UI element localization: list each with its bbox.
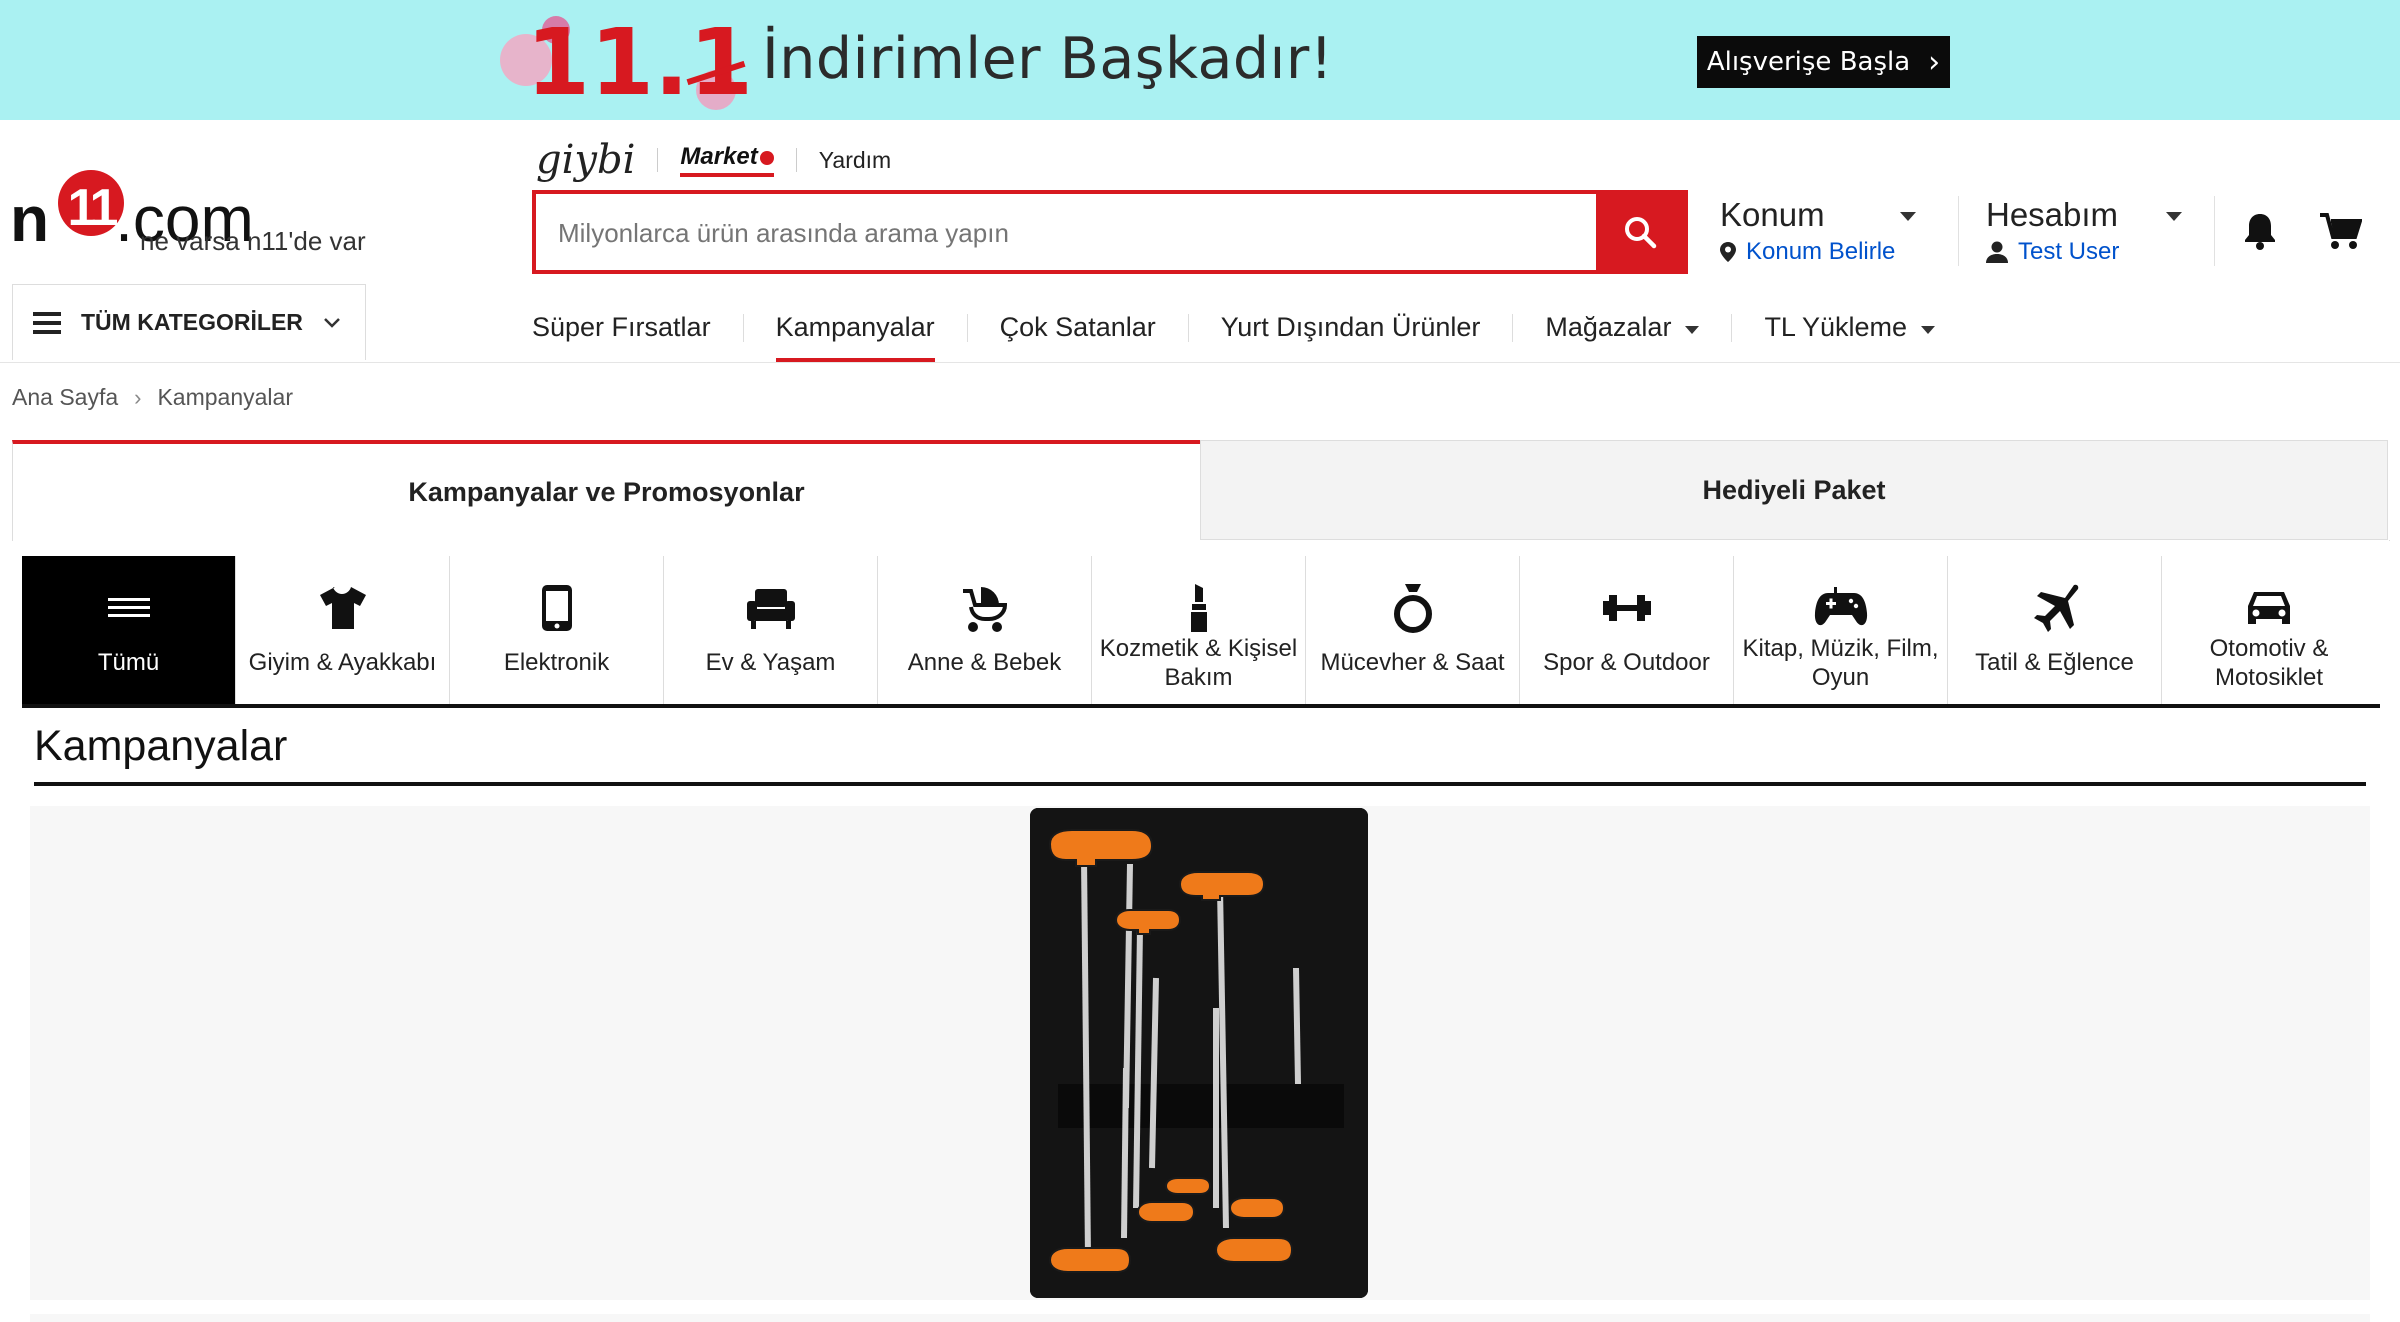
start-shopping-button[interactable]: Alışverişe Başla › (1697, 36, 1950, 88)
category-cosmetics[interactable]: Kozmetik & Kişisel Bakım (1092, 556, 1306, 704)
airplane-icon (2030, 582, 2080, 634)
category-books-music-film-games[interactable]: Kitap, Müzik, Film, Oyun (1734, 556, 1948, 704)
main-nav: Süper Fırsatlar Kampanyalar Çok Satanlar… (500, 300, 1967, 362)
breadcrumb-home[interactable]: Ana Sayfa (12, 384, 118, 411)
nav-tl-topup[interactable]: TL Yükleme (1732, 300, 1967, 362)
dumbbell-icon (1601, 582, 1653, 634)
nav-best-sellers[interactable]: Çok Satanlar (968, 300, 1188, 362)
all-categories-button[interactable]: TÜM KATEGORİLER (12, 284, 366, 360)
nav-campaigns[interactable]: Kampanyalar (744, 300, 967, 362)
bell-icon (2245, 214, 2275, 250)
banner-title: İndirimler Başkadır! (762, 26, 1334, 92)
campaign-tabs: Kampanyalar ve Promosyonlar Hediyeli Pak… (12, 440, 2388, 540)
tshirt-icon (318, 582, 368, 634)
tab-gift-package[interactable]: Hediyeli Paket (1200, 440, 2388, 540)
nav-super-deals[interactable]: Süper Fırsatlar (500, 300, 743, 362)
all-categories-label: TÜM KATEGORİLER (81, 309, 303, 335)
start-shopping-label: Alışverişe Başla (1706, 47, 1911, 77)
lipstick-icon (1189, 582, 1209, 634)
help-link[interactable]: Yardım (819, 147, 891, 174)
product-image[interactable] (1030, 808, 1368, 1298)
category-mother-baby[interactable]: Anne & Bebek (878, 556, 1092, 704)
car-icon (2244, 582, 2294, 634)
ring-icon (1391, 582, 1435, 634)
ladybug-icon (759, 150, 774, 165)
category-automotive[interactable]: Otomotiv & Motosiklet (2162, 556, 2376, 704)
category-filter-row: Tümü Giyim & Ayakkabı Elektronik Ev & Ya… (22, 556, 2380, 708)
user-icon (1986, 241, 2008, 263)
chevron-right-icon: › (134, 384, 142, 410)
promo-banner[interactable]: 11.11 İndirimler Başkadır! Alışverişe Ba… (0, 0, 2400, 120)
category-jewelry-watches[interactable]: Mücevher & Saat (1306, 556, 1520, 704)
chevron-down-icon (324, 317, 340, 328)
section-title: Kampanyalar (34, 722, 288, 770)
hex-key-set-image (1030, 808, 1368, 1298)
nav-abroad-products[interactable]: Yurt Dışından Ürünler (1189, 300, 1513, 362)
notifications-button[interactable] (2242, 212, 2278, 255)
tab-campaigns-promotions[interactable]: Kampanyalar ve Promosyonlar (12, 440, 1200, 540)
category-electronics[interactable]: Elektronik (450, 556, 664, 704)
market-link[interactable]: Market (680, 143, 774, 177)
set-location-link[interactable]: Konum Belirle (1746, 238, 1895, 266)
gamepad-icon (1814, 582, 1868, 634)
nav-stores[interactable]: Mağazalar (1513, 300, 1731, 362)
account-menu[interactable]: Hesabım Test User (1986, 196, 2196, 266)
menu-icon (107, 582, 150, 634)
location-pin-icon (1720, 242, 1736, 262)
giybi-link[interactable]: giybi (536, 137, 635, 183)
category-sports-outdoor[interactable]: Spor & Outdoor (1520, 556, 1734, 704)
chevron-down-icon (1921, 326, 1936, 334)
cart-button[interactable] (2320, 212, 2363, 255)
armchair-icon (745, 582, 797, 634)
slogan: ne varsa n11'de var (140, 226, 366, 256)
header-sublinks: giybi Market Yardım (536, 137, 891, 183)
svg-text:11.11: 11.11 (526, 9, 762, 116)
chevron-right-icon: › (1928, 44, 1941, 80)
account-title: Hesabım (1986, 196, 2119, 233)
location-menu[interactable]: Konum Konum Belirle (1720, 196, 1920, 266)
chevron-down-icon (1900, 212, 1916, 221)
search-button[interactable] (1596, 194, 1684, 270)
banner-1111-graphic: 11.11 (486, 0, 762, 118)
stroller-icon (959, 582, 1011, 634)
chevron-down-icon (1685, 326, 1700, 334)
cart-icon (2320, 213, 2363, 249)
chevron-down-icon (2166, 212, 2182, 221)
category-home-living[interactable]: Ev & Yaşam (664, 556, 878, 704)
phone-icon (540, 582, 574, 634)
category-all[interactable]: Tümü (22, 556, 236, 704)
username: Test User (2018, 238, 2120, 265)
breadcrumb: Ana Sayfa › Kampanyalar (12, 384, 293, 411)
breadcrumb-current: Kampanyalar (157, 384, 293, 410)
logo-ladybug-icon: 11 (58, 170, 124, 237)
search-icon (1625, 217, 1657, 249)
category-clothing-shoes[interactable]: Giyim & Ayakkabı (236, 556, 450, 704)
search-input[interactable] (556, 194, 1560, 272)
category-travel-entertainment[interactable]: Tatil & Eğlence (1948, 556, 2162, 704)
search-bar (532, 190, 1688, 274)
location-title: Konum (1720, 196, 1825, 233)
hamburger-icon (33, 307, 61, 339)
